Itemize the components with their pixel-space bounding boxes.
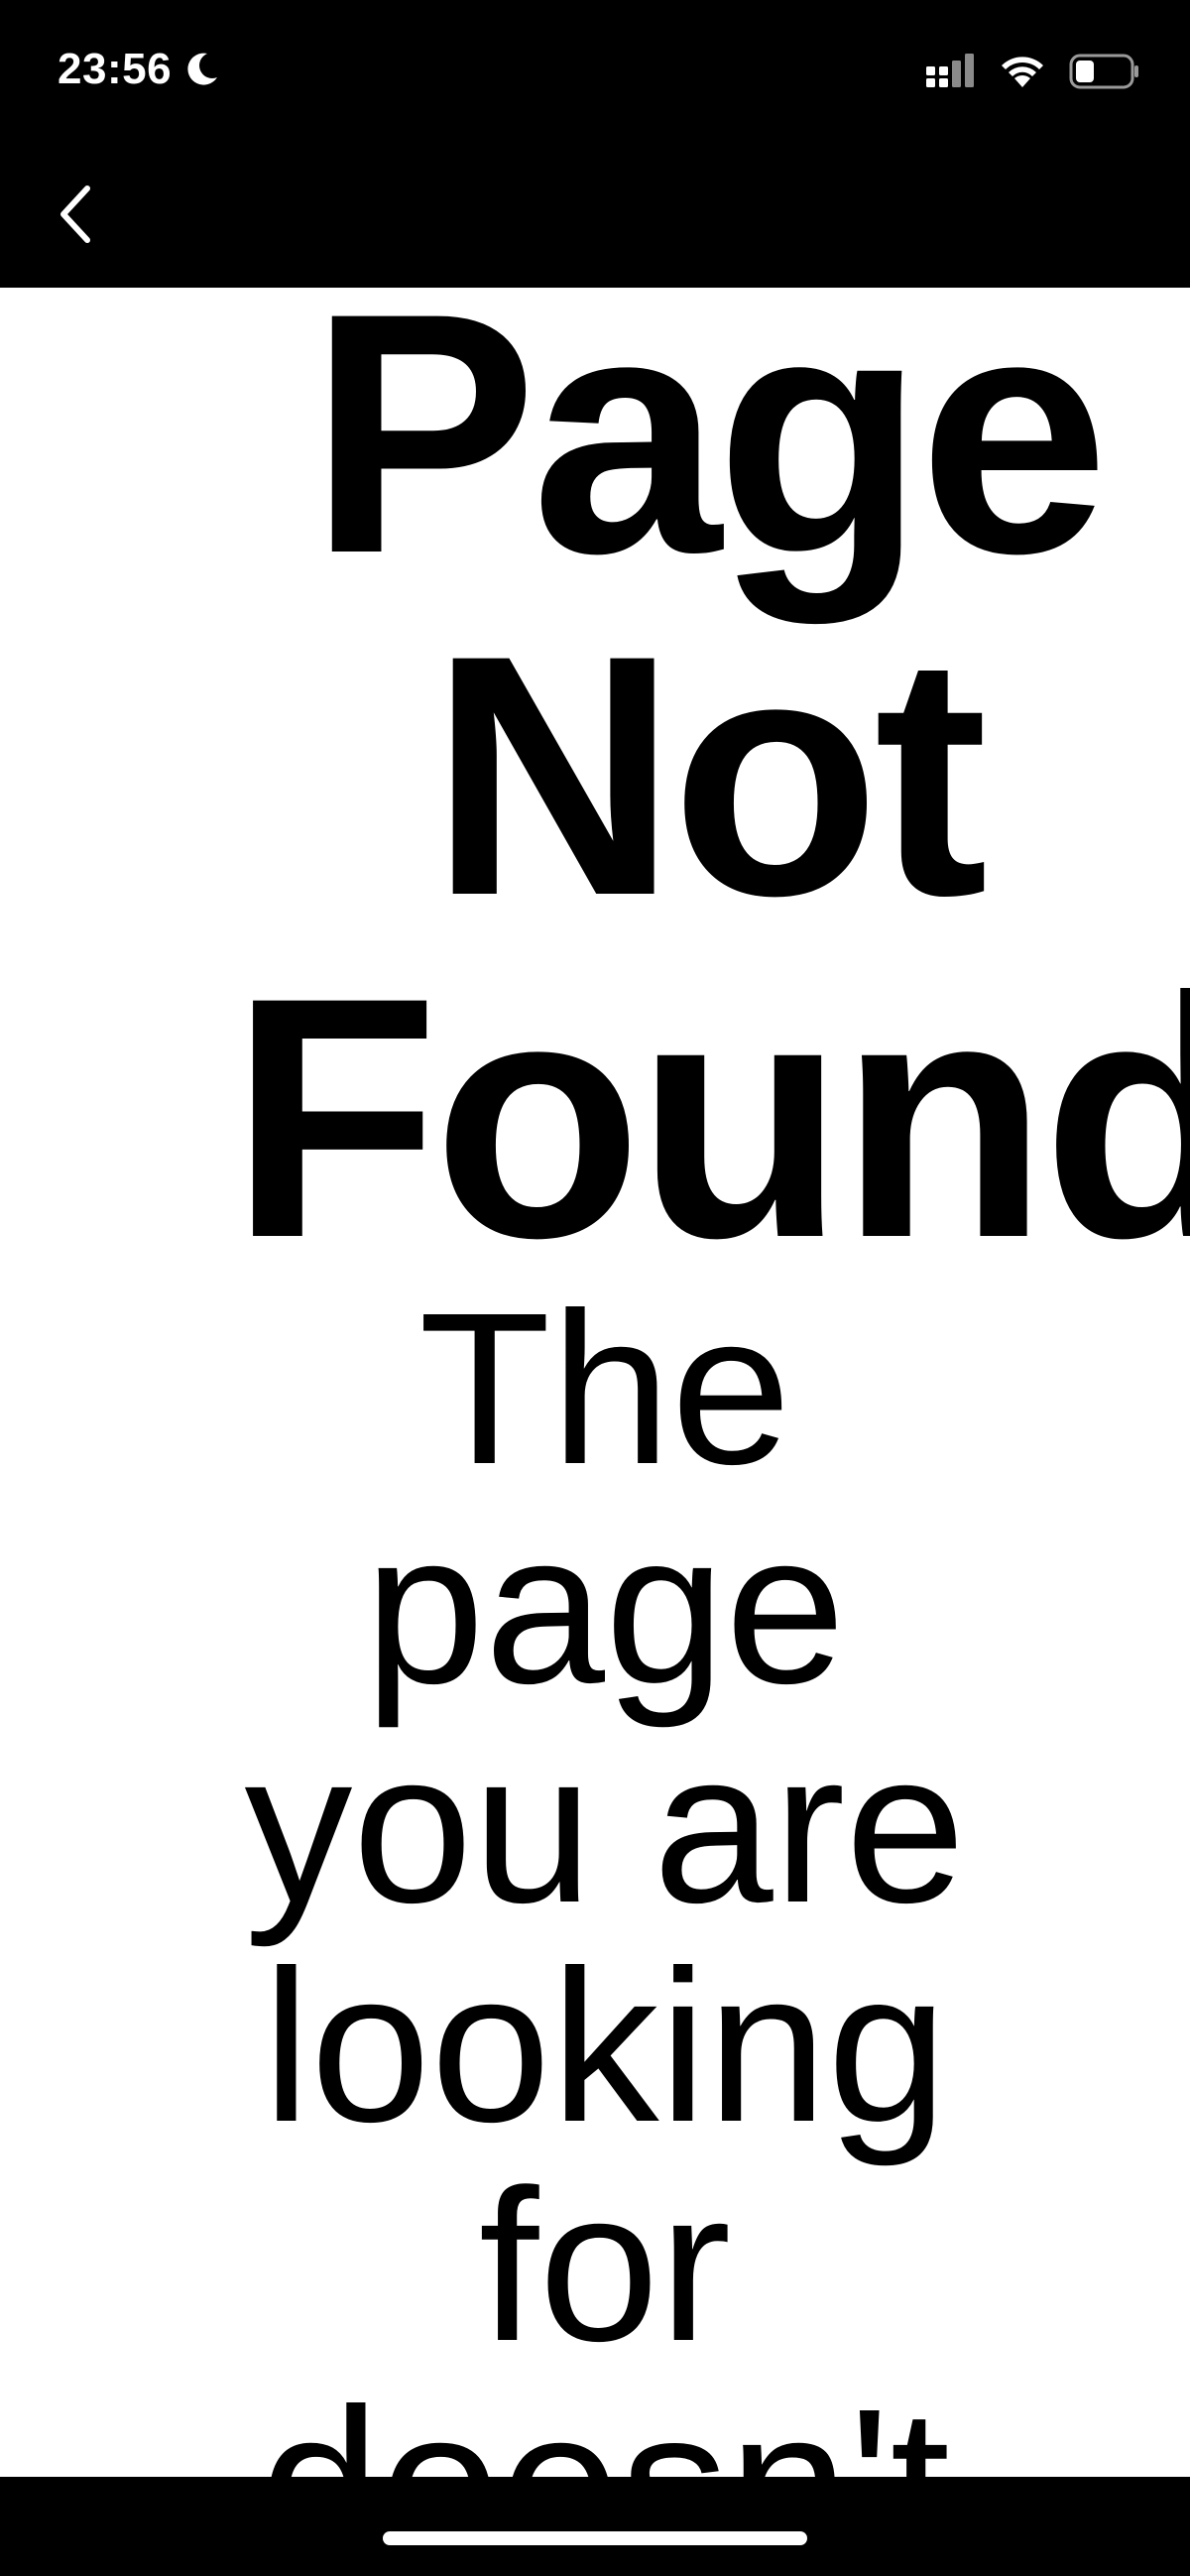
page-message-line: you are: [244, 1707, 966, 1948]
chevron-left-icon: [60, 185, 90, 243]
battery-icon: [1069, 54, 1138, 89]
page-message-line: doesn't: [198, 2376, 1012, 2477]
bottom-bar: [0, 2477, 1190, 2576]
status-icons: [924, 48, 1140, 95]
back-button[interactable]: [36, 175, 115, 254]
page-title-line: Page: [308, 288, 1110, 625]
moon-icon: [187, 53, 218, 85]
status-time: 23:56: [58, 40, 221, 99]
status-time-text: 23:56: [58, 45, 173, 93]
page-message-line: page: [364, 1488, 846, 1729]
wifi-icon: [1002, 57, 1043, 87]
nav-bar: [0, 149, 1190, 288]
status-bar: 23:56: [0, 0, 1190, 149]
page-title-line: Not: [429, 585, 989, 967]
page-content: Page Not Found The page you are looking …: [0, 288, 1190, 2477]
cellular-signal-icon: [926, 54, 974, 87]
screen: 23:56 Page Not Found The page you are lo…: [0, 0, 1190, 2576]
page-message-line: The: [418, 1269, 791, 1510]
page-message: The page you are looking for doesn't: [198, 1280, 1012, 2477]
page-message-line: for: [478, 2146, 732, 2387]
home-indicator[interactable]: [383, 2531, 807, 2545]
page-title: Page Not Found: [230, 288, 1190, 1309]
page-message-line: looking: [262, 1926, 948, 2167]
page-title-line: Found: [230, 927, 1190, 1309]
